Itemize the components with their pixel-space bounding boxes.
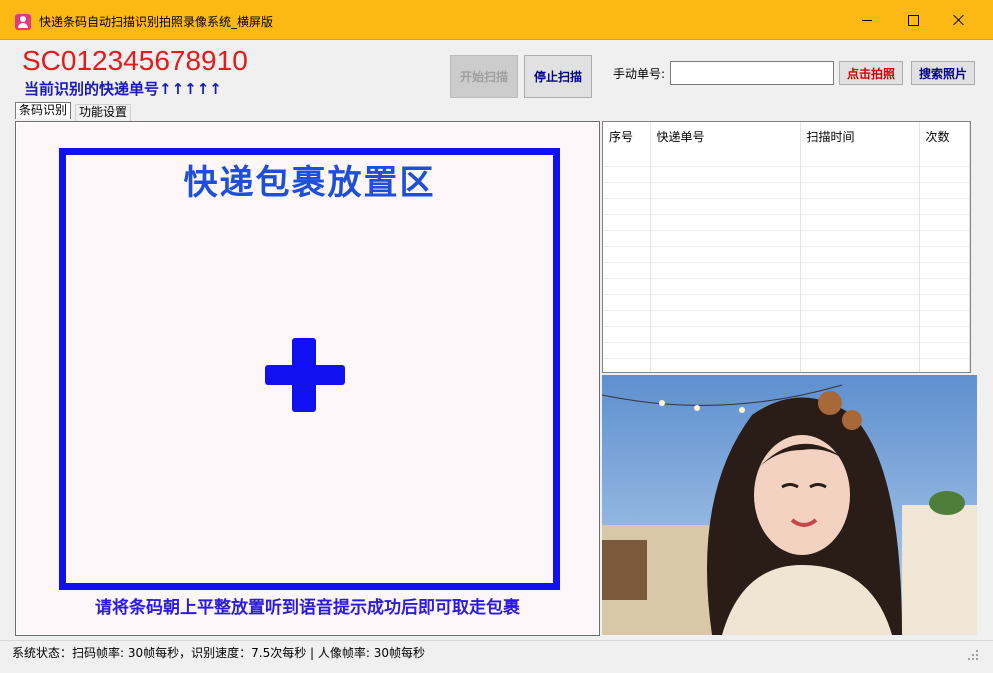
table-cell [800, 262, 920, 279]
table-cell [603, 214, 651, 231]
table-cell [800, 278, 920, 295]
table-row[interactable] [603, 214, 970, 231]
column-header-index[interactable]: 序号 [603, 122, 651, 167]
close-button[interactable] [936, 0, 982, 40]
table-cell [650, 166, 801, 183]
close-icon [953, 14, 965, 26]
table-row[interactable] [603, 230, 970, 247]
start-scan-button[interactable]: 开始扫描 [450, 55, 518, 98]
table-row[interactable] [603, 326, 970, 343]
table-cell [800, 230, 920, 247]
tab-settings[interactable]: 功能设置 [75, 104, 132, 121]
window-title: 快递条码自动扫描识别拍照录像系统_横屏版 [39, 15, 274, 29]
table-row[interactable] [603, 262, 970, 279]
table-row[interactable] [603, 166, 970, 183]
table-cell [603, 342, 651, 359]
portrait-photo [602, 375, 977, 635]
status-text: 系统状态：扫码帧率: 30帧每秒，识别速度：7.5次每秒 | 人像帧率: 30帧… [12, 646, 426, 660]
table-cell [919, 326, 970, 343]
table-cell [919, 166, 970, 183]
table-cell [919, 198, 970, 215]
table-cell [650, 182, 801, 199]
table-row[interactable] [603, 278, 970, 295]
table-cell [603, 294, 651, 311]
stop-scan-button[interactable]: 停止扫描 [524, 55, 592, 98]
table-cell [603, 230, 651, 247]
manual-number-input[interactable] [670, 61, 834, 85]
table-cell [650, 198, 801, 215]
tab-barcode-recognition[interactable]: 条码识别 [15, 102, 72, 119]
table-cell [800, 310, 920, 327]
scan-records-table[interactable]: 序号 快递单号 扫描时间 次数 [602, 121, 971, 373]
minimize-button[interactable] [844, 0, 890, 40]
table-cell [919, 230, 970, 247]
table-cell [650, 310, 801, 327]
table-cell [800, 166, 920, 183]
table-cell [650, 230, 801, 247]
table-cell [919, 310, 970, 327]
maximize-icon [907, 14, 919, 26]
manual-number-label: 手动单号: [613, 67, 666, 81]
table-row[interactable] [603, 294, 970, 311]
table-cell [919, 262, 970, 279]
minimize-icon [862, 19, 872, 21]
table-cell [800, 294, 920, 311]
table-row[interactable] [603, 310, 970, 327]
table-row[interactable] [603, 198, 970, 215]
plus-icon [265, 338, 345, 412]
table-cell [919, 246, 970, 263]
maximize-button[interactable] [890, 0, 936, 40]
table-cell [603, 326, 651, 343]
table-cell [800, 198, 920, 215]
placement-instruction: 请将条码朝上平整放置听到语音提示成功后即可取走包裹 [95, 598, 520, 618]
table-cell [650, 342, 801, 359]
table-cell [919, 358, 970, 372]
table-row[interactable] [603, 182, 970, 199]
table-row[interactable] [603, 358, 970, 372]
table-cell [800, 246, 920, 263]
table-cell [650, 358, 801, 372]
table-cell [650, 246, 801, 263]
take-photo-button[interactable]: 点击拍照 [839, 61, 903, 85]
current-barcode: SC012345678910 [22, 45, 248, 76]
table-cell [919, 182, 970, 199]
table-cell [919, 278, 970, 295]
column-header-scan-time[interactable]: 扫描时间 [800, 122, 920, 167]
table-cell [650, 278, 801, 295]
table-cell [800, 214, 920, 231]
table-cell [603, 246, 651, 263]
barcode-hint-label: 当前识别的快递单号↑↑↑↑↑ [24, 80, 222, 98]
table-cell [800, 326, 920, 343]
placement-zone-title: 快递包裹放置区 [183, 163, 436, 203]
column-header-count[interactable]: 次数 [919, 122, 970, 167]
portrait-image [602, 375, 977, 635]
table-cell [603, 182, 651, 199]
table-row[interactable] [603, 342, 970, 359]
table-cell [800, 342, 920, 359]
table-cell [650, 214, 801, 231]
table-cell [603, 198, 651, 215]
table-cell [800, 182, 920, 199]
table-cell [603, 166, 651, 183]
app-icon [15, 14, 31, 30]
table-cell [603, 262, 651, 279]
table-cell [919, 214, 970, 231]
table-row[interactable] [603, 246, 970, 263]
table-cell [603, 358, 651, 372]
table-cell [650, 326, 801, 343]
table-cell [919, 294, 970, 311]
table-cell [650, 294, 801, 311]
table-cell [650, 262, 801, 279]
table-cell [603, 310, 651, 327]
search-photos-button[interactable]: 搜索照片 [911, 61, 975, 85]
table-cell [919, 342, 970, 359]
column-header-tracking-number[interactable]: 快递单号 [650, 122, 801, 167]
resize-grip-icon[interactable] [966, 648, 980, 662]
table-cell [800, 358, 920, 372]
table-cell [603, 278, 651, 295]
